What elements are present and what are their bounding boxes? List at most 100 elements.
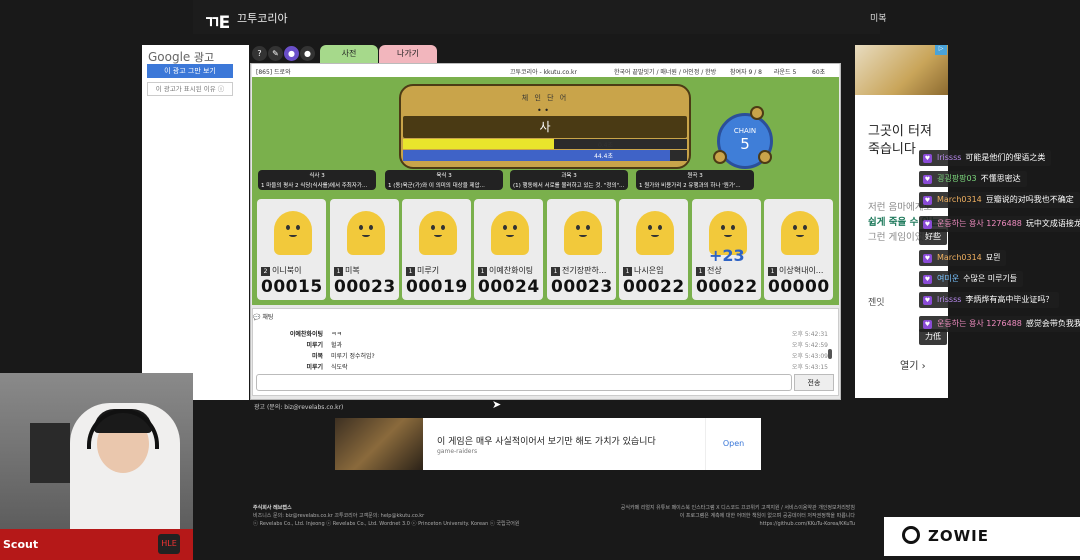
score-gain-popup: +23 [709, 246, 745, 265]
current-word: 사 [403, 116, 687, 138]
player-avatar [636, 211, 674, 255]
ad-open-button[interactable]: Open [705, 418, 761, 470]
hint-card: 식사 3 1 마을의 평사 2 식당(식사를)에서 주최자가... [258, 170, 376, 190]
stream-chat-user: lrissss [937, 153, 962, 162]
ad-source: game-raiders [437, 448, 478, 455]
stop-ad-button[interactable]: 이 광고 그만 보기 [147, 64, 233, 78]
site-header [193, 0, 880, 34]
subscriber-heart-icon: ♥ [923, 220, 932, 229]
player-avatar [781, 211, 819, 255]
player-avatar [419, 211, 457, 255]
player-name: 전상 [707, 266, 722, 275]
tab-exit[interactable]: 나가기 [379, 45, 437, 63]
zowie-logo-icon [902, 526, 920, 544]
dots-decoration: • • [537, 106, 549, 115]
player-name: 미루기 [417, 266, 440, 275]
stream-chat-text: 不懂思密达 [980, 174, 1021, 183]
subscriber-heart-icon: ♥ [923, 196, 932, 205]
player-avatar [274, 211, 312, 255]
tab-practice[interactable]: 사전 [320, 45, 378, 63]
sponsor-name: ZOWIE [928, 527, 990, 545]
player-card[interactable]: 1 이상혁내이... 00000 [764, 199, 833, 300]
chain-word-title: 체 인 단 어 [521, 94, 569, 102]
stream-chat-user: 운동하는 용사 1276488 [937, 219, 1022, 228]
chat-message: 미복 미루기 정수허임? 오후 5:43:09 [311, 353, 828, 360]
player-card[interactable]: 1 미루기 00019 [402, 199, 471, 300]
player-card[interactable]: 1 미복 00023 [330, 199, 399, 300]
player-card[interactable]: 1 전기장판하... 00023 [547, 199, 616, 300]
stream-chat-text: 可能是他们的俚语之类 [965, 153, 1046, 162]
stream-chat-message: ♥ lrissss 李炳烨有高中毕业证吗？ [919, 292, 1060, 308]
why-ad-button[interactable]: 이 광고가 표시된 이유 ⓘ [147, 82, 233, 96]
chat-message: 미루기 식도락 오후 5:43:15 [306, 364, 828, 371]
ad-image [335, 418, 423, 470]
ad-headline: 이 게임은 매우 사실적이어서 보기만 해도 가치가 있습니다 [437, 437, 656, 447]
chat-scrollbar[interactable] [828, 349, 832, 359]
player-name: 이예찬화이팅 [489, 266, 534, 275]
stream-chat-user: 여미운 [937, 274, 960, 283]
chat-input[interactable] [256, 374, 792, 391]
stream-chat-user: March0314 [937, 195, 982, 204]
server-name: 끄투코리아 - kkutu.co.kr [510, 69, 577, 76]
stream-chat-message: 力低 [919, 329, 947, 345]
player-name: 이니북이 [272, 266, 302, 275]
game-mode: 한국어 끝말잇기 / 매너원 / 어인정 / 한방 [614, 69, 717, 76]
friends-icon[interactable]: ● [284, 46, 299, 61]
profile-icon[interactable]: ● [300, 46, 315, 61]
site-logo[interactable]: ㄲE [204, 8, 230, 33]
room-info-bar: [865] 드로와 끄투코리아 - kkutu.co.kr 한국어 끝말잇기 /… [252, 64, 839, 77]
ad-right-open-button[interactable]: 열기 › [900, 357, 926, 372]
subscriber-heart-icon: ♥ [923, 254, 932, 263]
player-score: 00023 [334, 277, 396, 297]
round-timer-bar: 44.4초 [403, 150, 687, 161]
chain-decoration [750, 106, 764, 120]
player-card[interactable]: 1 이예찬화이팅 00024 [474, 199, 543, 300]
ad-right-brand: 젠잇 [868, 298, 885, 308]
turn-timer-label: 0.4초 [597, 142, 613, 149]
help-icon[interactable]: ? [252, 46, 267, 61]
stream-chat-text: 玩中文成语接龙 [1025, 219, 1080, 228]
streamer-name: Scout [3, 538, 39, 551]
player-score: 00000 [768, 277, 830, 297]
stream-chat-user: March0314 [937, 253, 982, 262]
player-name: 나시은임 [634, 266, 664, 275]
stream-chat-user: lrissss [937, 295, 962, 304]
subscriber-heart-icon: ♥ [923, 320, 932, 329]
stream-chat-text: 豆瓣说的对吗我也不确定 [985, 195, 1074, 204]
chat-message: 미루기 헐과 오후 5:42:59 [306, 342, 828, 349]
stream-chat-message: ♥ March0314 묘뮌 [919, 250, 1007, 266]
ad-contact-text: 광고 (문의: biz@revelabs.co.kr) [254, 404, 344, 411]
bottom-ad-banner[interactable]: 이 게임은 매우 사실적이어서 보기만 해도 가치가 있습니다 game-rai… [335, 418, 761, 470]
player-score: 00015 [261, 277, 323, 297]
chat-header: 💬 채팅 [253, 314, 274, 321]
site-name[interactable]: 끄투코리아 [237, 10, 288, 26]
streamer-webcam [0, 373, 193, 529]
player-name: 전기장판하... [562, 266, 607, 275]
subscriber-heart-icon: ♥ [923, 175, 932, 184]
user-name[interactable]: 미복 [870, 11, 887, 24]
stream-chat-text: 李炳烨有高中毕业证吗？ [965, 295, 1054, 304]
time-limit: 60초 [812, 69, 826, 76]
footer-links: 공식카페 리얼지 유튜브 페이스북 인스타그램 X 디스코드 끄코위키 고객지원… [620, 505, 855, 527]
player-score: 00022 [623, 277, 685, 297]
stream-chat-text: 好些 [925, 232, 941, 241]
subscriber-heart-icon: ♥ [923, 275, 932, 284]
stream-chat-message: ♥ 굉굉팡팡03 不懂思密达 [919, 171, 1027, 187]
stream-chat-message: ♥ lrissss 可能是他们的俚语之类 [919, 150, 1052, 166]
player-card[interactable]: 2 이니북이 00015 [257, 199, 326, 300]
stream-chat-text: 수많은 미루기들 [963, 274, 1018, 283]
player-score: 00024 [478, 277, 540, 297]
ad-left-panel: Google 광고 이 광고 그만 보기 이 광고가 표시된 이유 ⓘ [142, 45, 249, 400]
player-score: 00019 [406, 277, 468, 297]
send-button[interactable]: 전송 [794, 374, 834, 391]
player-count: 참여자 9 / 8 [730, 69, 762, 76]
stream-chat-message: 好些 [919, 229, 947, 245]
turn-timer-bar: 0.4초 [403, 139, 687, 149]
player-name: 미복 [345, 266, 360, 275]
player-score: 00022 [696, 277, 758, 297]
settings-icon[interactable]: ✎ [268, 46, 283, 61]
team-logo: HLE [158, 534, 180, 554]
ad-info-icon[interactable]: ▷ [935, 45, 947, 55]
player-name: 이상혁내이... [779, 266, 824, 275]
player-card[interactable]: 1 나시은임 00022 [619, 199, 688, 300]
